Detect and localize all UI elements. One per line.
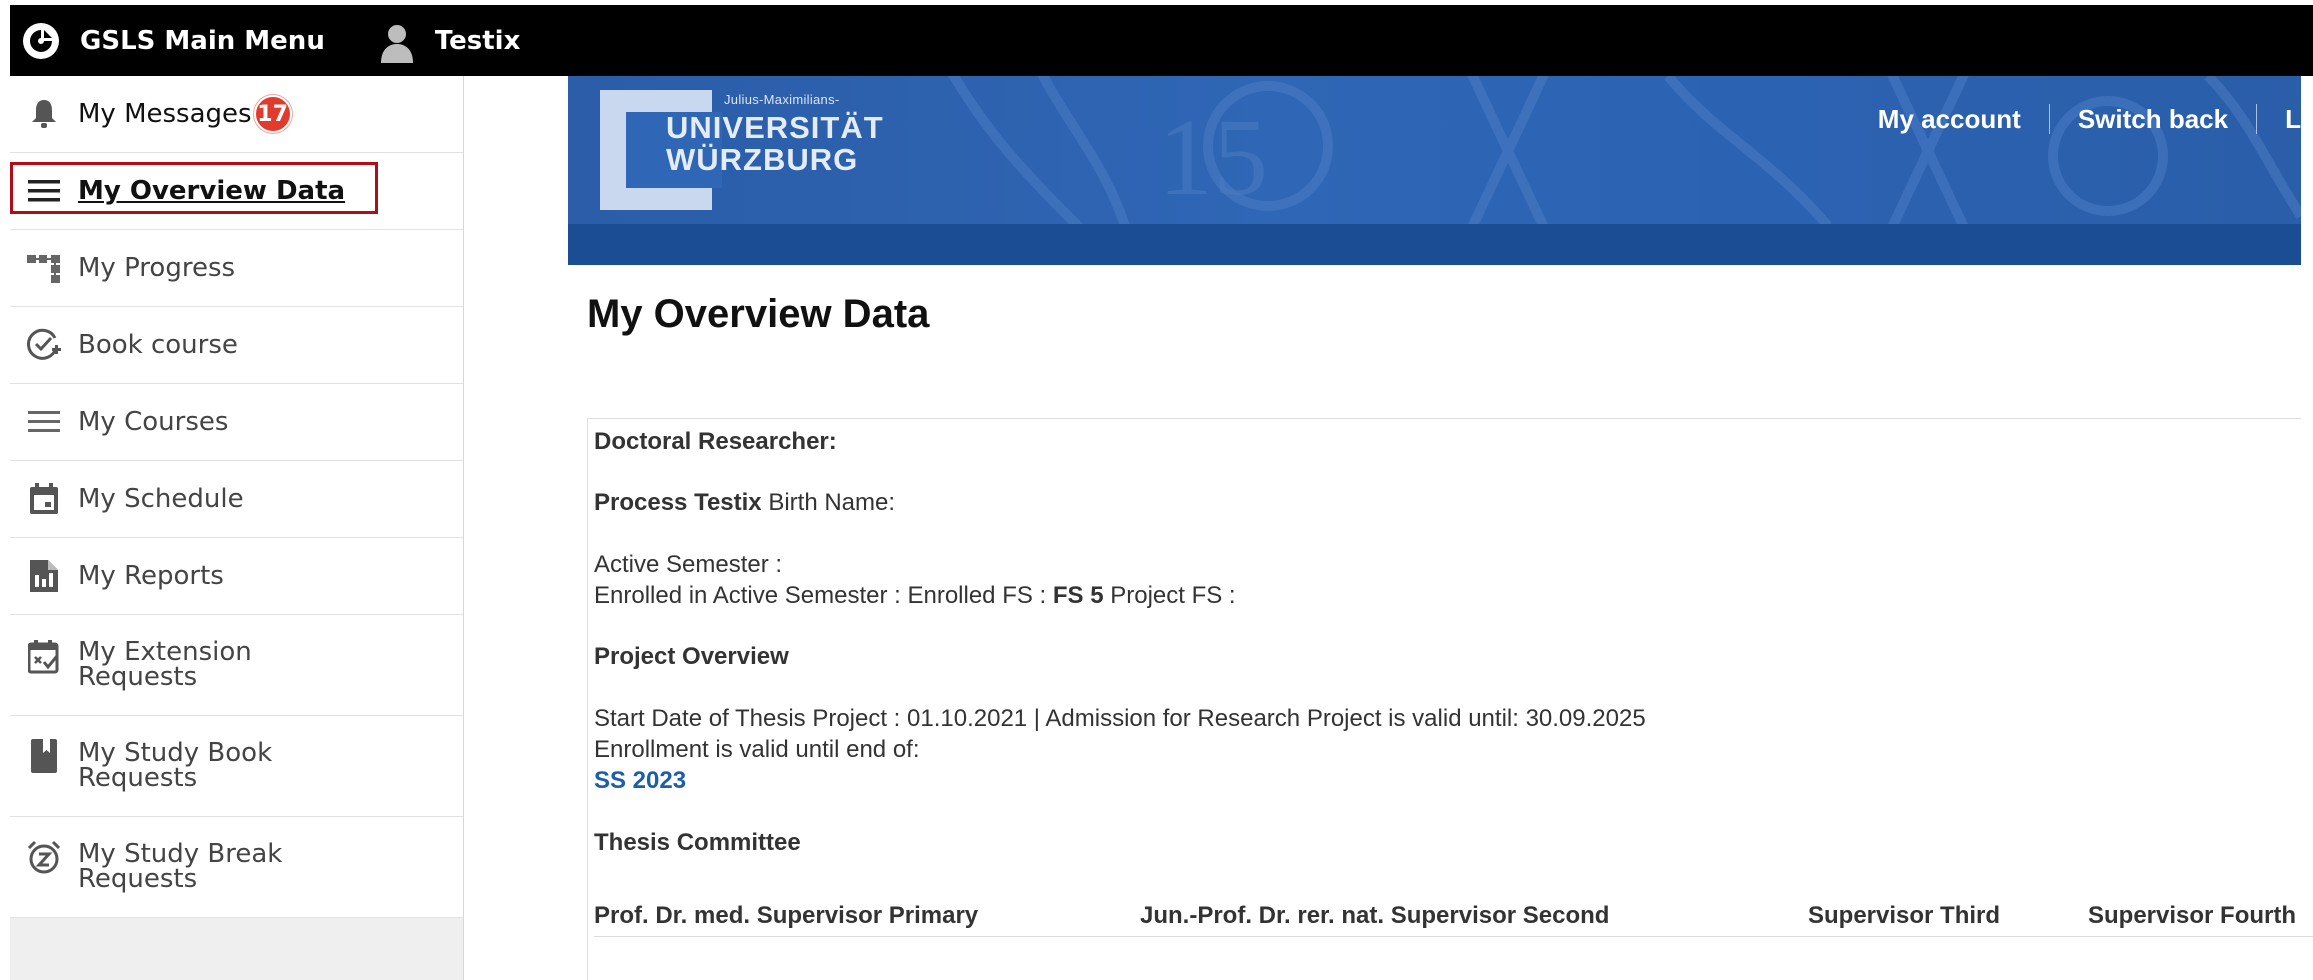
doctoral-researcher-heading: Doctoral Researcher: [594, 428, 837, 455]
researcher-name-line: Process Testix Birth Name: [594, 489, 895, 517]
top-bar: GSLS Main Menu Testix [10, 5, 2313, 76]
enrollment-semester-link[interactable]: SS 2023 [594, 767, 686, 795]
switch-back-link[interactable]: Switch back [2050, 104, 2256, 135]
sidebar-item-label: My Courses [78, 406, 229, 437]
calendar-check-icon [26, 639, 62, 675]
svg-text:15: 15 [1158, 96, 1268, 218]
sidebar-item-schedule[interactable]: My Schedule [10, 461, 463, 538]
hamburger-icon [26, 173, 62, 209]
sidebar-item-book-course[interactable]: Book course [10, 307, 463, 384]
sidebar-item-label: My Extension Requests [78, 637, 252, 692]
page-title: My Overview Data [587, 292, 930, 336]
sidebar-item-label: My Progress [78, 252, 236, 283]
sidebar-item-study-break-requests[interactable]: My Study Break Requests [10, 817, 463, 918]
overview-panel: Doctoral Researcher: Process Testix Birt… [587, 418, 2313, 980]
committee-supervisor-fourth: Supervisor Fourth [2088, 901, 2297, 929]
sidebar-item-messages[interactable]: My Messages 17 [10, 76, 463, 153]
calendar-icon [26, 481, 62, 517]
committee-table: Prof. Dr. med. Supervisor Primary Jun.-P… [594, 895, 2313, 937]
message-count-badge: 17 [253, 95, 292, 133]
check-add-icon [26, 327, 62, 363]
logo-line-1: UNIVERSITÄT [666, 110, 884, 145]
main-menu-label: GSLS Main Menu [80, 25, 325, 56]
sidebar-item-label: My Reports [78, 560, 224, 591]
sidebar-item-label: My Messages [78, 98, 252, 129]
sidebar-item-label: Book course [78, 329, 238, 360]
book-icon [26, 738, 62, 774]
sidebar-item-overview-data[interactable]: My Overview Data [10, 153, 463, 230]
sidebar-item-label: My Study Break Requests [78, 839, 283, 894]
banner-subbar [568, 224, 2301, 265]
committee-header-row: Prof. Dr. med. Supervisor Primary Jun.-P… [594, 895, 2313, 937]
enrolled-fs-value: FS 5 [1052, 582, 1104, 609]
active-semester-label: Active Semester : [594, 551, 783, 578]
university-banner: 15 Julius-Maximilians- UNIVERSITÄT WÜRZB… [568, 76, 2301, 224]
project-fs-label: Project FS : [1110, 582, 1236, 609]
sidebar-item-label: My Overview Data [78, 175, 346, 206]
main-menu-button[interactable]: GSLS Main Menu [10, 5, 325, 76]
account-nav: My account Switch back L [1850, 98, 2301, 140]
sidebar-item-extension-requests[interactable]: My Extension Requests [10, 615, 463, 716]
sidebar: My Messages 17 My Overview Data My Progr… [10, 76, 464, 980]
snooze-alarm-icon [26, 839, 62, 875]
sidebar-item-courses[interactable]: My Courses [10, 384, 463, 461]
committee-supervisor-second: Jun.-Prof. Dr. rer. nat. Supervisor Seco… [1140, 901, 1610, 929]
committee-supervisor-primary: Prof. Dr. med. Supervisor Primary [594, 901, 979, 929]
birth-name-label: Birth Name: [768, 489, 896, 516]
thesis-committee-heading: Thesis Committee [594, 829, 801, 856]
project-overview-heading: Project Overview [594, 643, 789, 670]
sidebar-item-reports[interactable]: My Reports [10, 538, 463, 615]
sidebar-item-label: My Schedule [78, 483, 244, 514]
list-icon [26, 404, 62, 440]
logo-line-2: WÜRZBURG [666, 142, 859, 177]
logout-link[interactable]: L [2257, 104, 2301, 135]
sidebar-item-study-book-requests[interactable]: My Study Book Requests [10, 716, 463, 817]
sidebar-item-label: My Study Book Requests [78, 738, 273, 793]
my-account-link[interactable]: My account [1850, 104, 2049, 135]
sidebar-item-progress[interactable]: My Progress [10, 230, 463, 307]
university-logo[interactable]: Julius-Maximilians- UNIVERSITÄT WÜRZBURG [600, 90, 883, 210]
logo-subtitle: Julius-Maximilians- [724, 92, 840, 107]
hierarchy-icon [26, 250, 62, 286]
enrolled-label: Enrolled in Active Semester : Enrolled F… [594, 582, 1047, 609]
enrollment-valid-label: Enrollment is valid until end of: [594, 736, 920, 763]
enrollment-line: Enrolled in Active Semester : Enrolled F… [594, 582, 1236, 610]
thesis-start-date: Start Date of Thesis Project : 01.10.202… [594, 705, 1646, 732]
committee-supervisor-third: Supervisor Third [1808, 901, 2001, 929]
user-menu-button[interactable]: Testix [377, 5, 521, 76]
gsls-logo-icon [22, 22, 60, 60]
bell-icon [26, 96, 62, 132]
report-icon [26, 558, 62, 594]
user-icon [377, 19, 417, 63]
user-name: Testix [434, 25, 521, 56]
researcher-name: Process Testix [594, 489, 762, 516]
